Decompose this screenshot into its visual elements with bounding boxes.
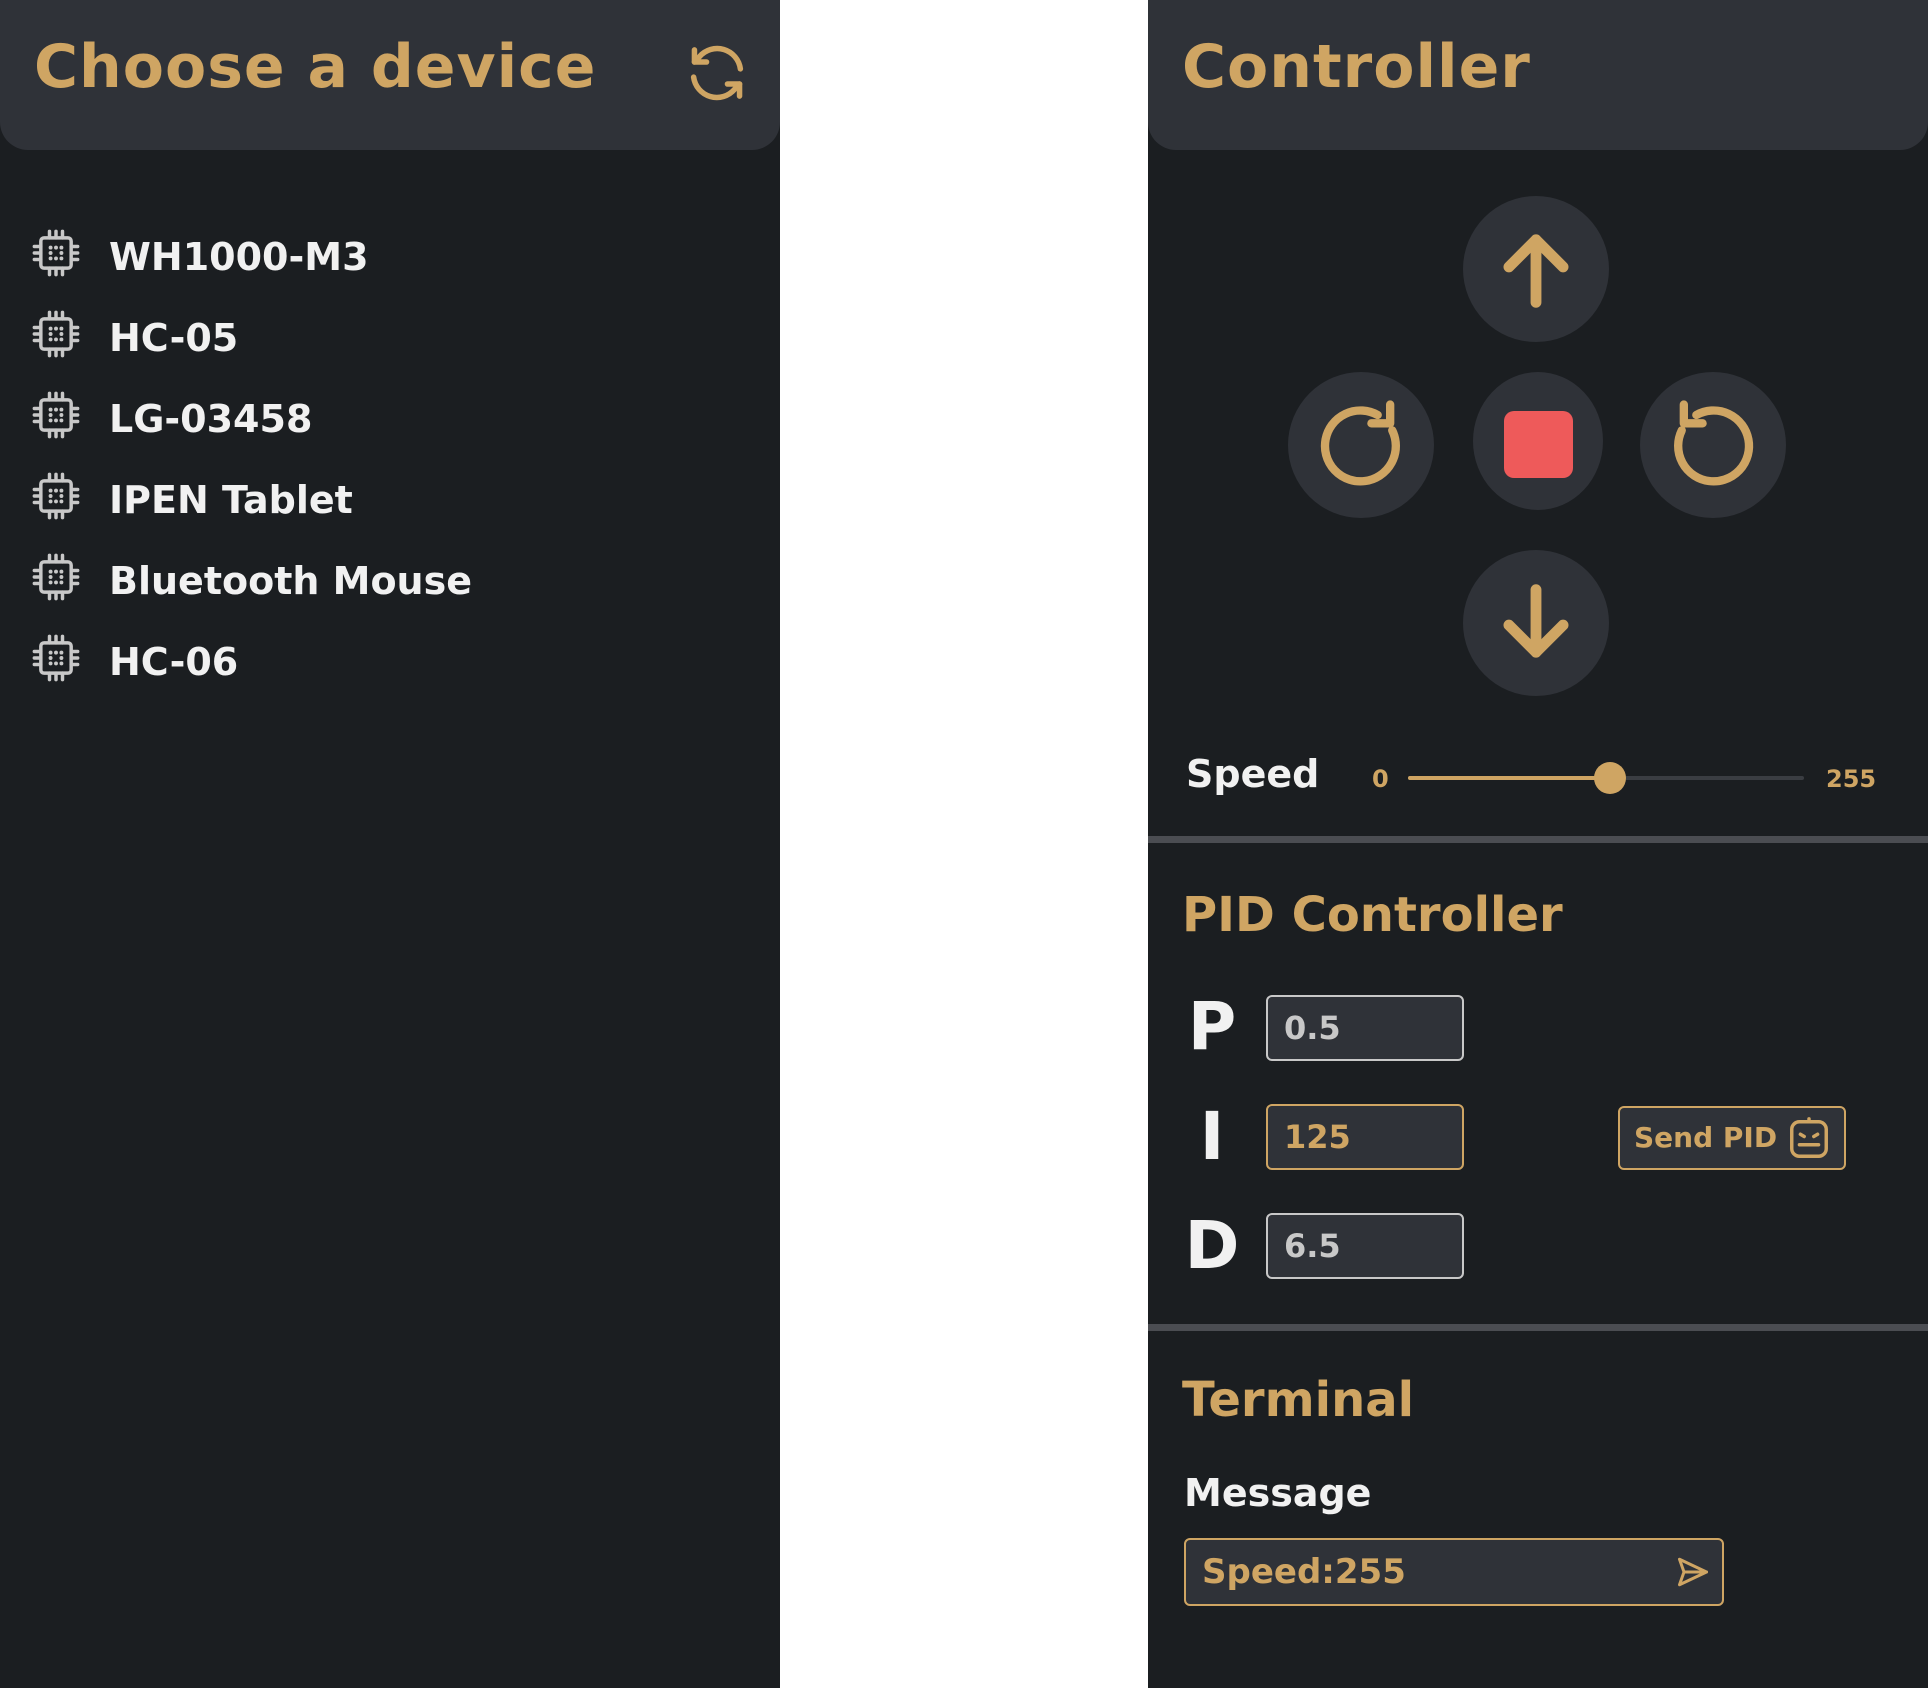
message-field [1184, 1538, 1724, 1606]
send-icon [1678, 1557, 1708, 1587]
device-label: HC-06 [109, 640, 239, 684]
device-label: WH1000-M3 [109, 235, 369, 279]
speed-slider-fill [1408, 776, 1610, 780]
speed-label: Speed [1186, 752, 1320, 796]
device-item[interactable]: Bluetooth Mouse [0, 551, 780, 632]
rotate-counterclockwise-button[interactable] [1640, 372, 1786, 518]
chip-icon [30, 227, 82, 279]
controller-panel-title: Controller [1182, 32, 1531, 102]
send-pid-label: Send PID [1634, 1121, 1778, 1154]
arrow-up-icon [1503, 234, 1569, 308]
chip-icon [30, 308, 82, 360]
section-divider [1148, 836, 1928, 843]
stop-button[interactable] [1473, 372, 1603, 510]
device-label: IPEN Tablet [109, 478, 353, 522]
device-label: HC-05 [109, 316, 239, 360]
device-item[interactable]: LG-03458 [0, 389, 780, 470]
speed-slider-thumb[interactable] [1593, 762, 1626, 794]
pid-i-label: I [1199, 1098, 1225, 1175]
stop-icon [1504, 411, 1573, 478]
move-forward-button[interactable] [1463, 196, 1609, 342]
rotate-clockwise-icon [1320, 400, 1400, 486]
device-panel-header: Choose a device [0, 0, 780, 150]
section-divider [1148, 1324, 1928, 1331]
device-item[interactable]: HC-06 [0, 632, 780, 713]
device-panel-title: Choose a device [34, 32, 597, 102]
refresh-button[interactable] [684, 40, 750, 106]
speed-max-label: 255 [1826, 765, 1877, 793]
device-label: LG-03458 [109, 397, 313, 441]
rotate-counterclockwise-icon [1674, 400, 1754, 486]
speed-min-label: 0 [1372, 765, 1389, 793]
pid-p-input[interactable] [1266, 995, 1464, 1061]
controller-panel: Controller Speed 0 255 PID Controller P … [1148, 0, 1928, 1688]
pid-p-label: P [1187, 988, 1237, 1065]
chip-icon [30, 470, 82, 522]
send-message-button[interactable] [1674, 1554, 1712, 1590]
device-panel: Choose a device WH1000-M3 HC-05 LG-03458… [0, 0, 780, 1688]
terminal-section-title: Terminal [1182, 1372, 1415, 1428]
controller-panel-header: Controller [1148, 0, 1928, 150]
device-item[interactable]: HC-05 [0, 308, 780, 389]
move-backward-button[interactable] [1463, 550, 1609, 696]
message-label: Message [1184, 1471, 1372, 1515]
refresh-icon [690, 45, 744, 101]
chip-icon [30, 551, 82, 603]
robot-face-icon [1786, 1116, 1832, 1162]
speed-slider[interactable] [1408, 762, 1804, 794]
arrow-down-icon [1503, 584, 1569, 658]
chip-icon [30, 389, 82, 441]
send-pid-button[interactable]: Send PID [1618, 1106, 1846, 1170]
pid-d-label: D [1184, 1207, 1240, 1284]
chip-icon [30, 632, 82, 684]
pid-d-input[interactable] [1266, 1213, 1464, 1279]
message-input[interactable] [1186, 1540, 1656, 1604]
device-item[interactable]: IPEN Tablet [0, 470, 780, 551]
device-label: Bluetooth Mouse [109, 559, 473, 603]
pid-section-title: PID Controller [1182, 887, 1563, 943]
device-list: WH1000-M3 HC-05 LG-03458 IPEN Tablet Blu… [0, 227, 780, 713]
rotate-clockwise-button[interactable] [1288, 372, 1434, 518]
device-item[interactable]: WH1000-M3 [0, 227, 780, 308]
pid-i-input[interactable] [1266, 1104, 1464, 1170]
